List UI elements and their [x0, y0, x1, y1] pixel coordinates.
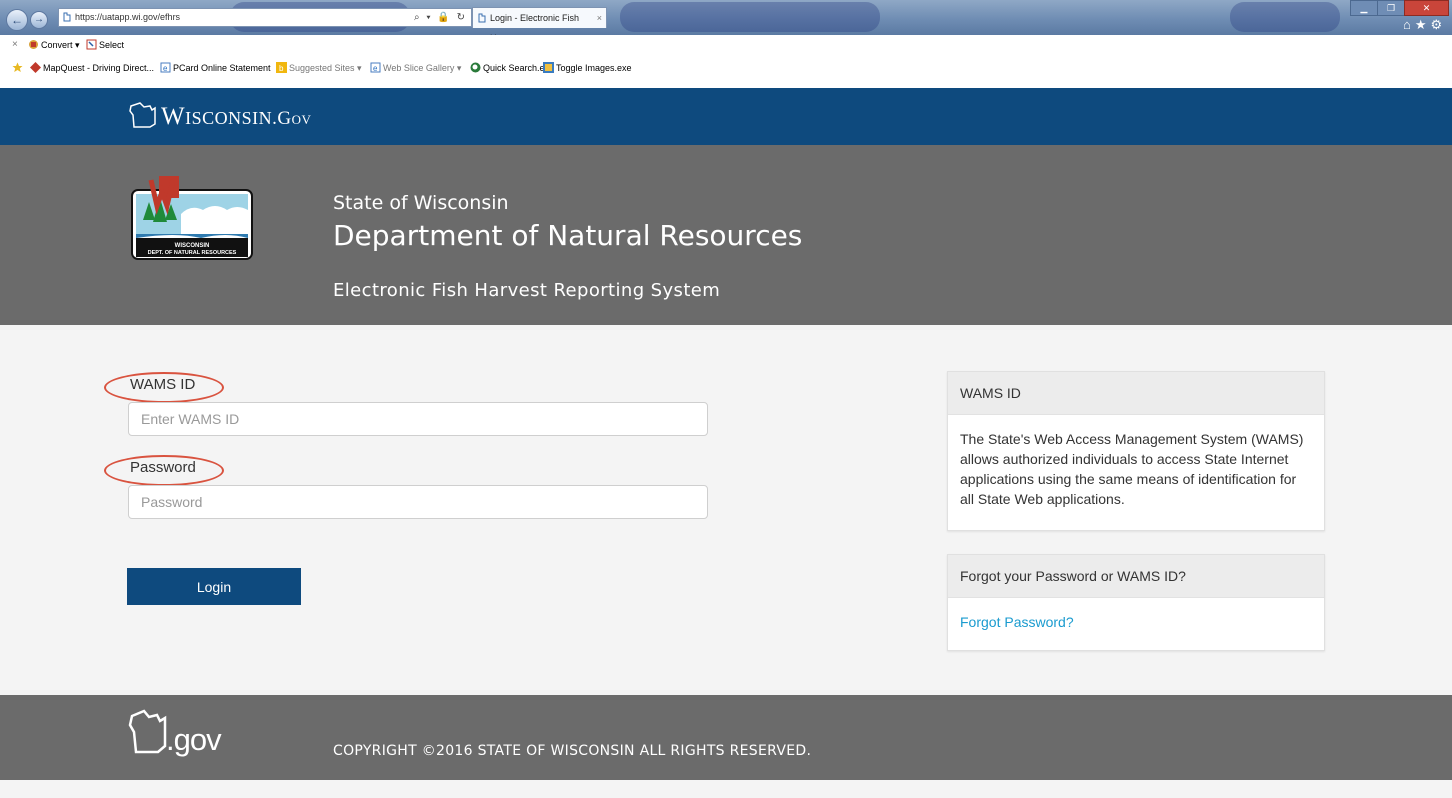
fav-suggested-label: Suggested Sites ▾ — [289, 63, 362, 73]
fav-suggested-sites[interactable]: b Suggested Sites ▾ — [276, 58, 362, 78]
select-label: Select — [99, 40, 125, 50]
minimize-icon: ▁ — [1360, 3, 1368, 13]
forward-button[interactable]: → — [30, 11, 48, 29]
browser-tab-login[interactable]: Login - Electronic Fish Harv... × — [472, 7, 607, 43]
favorites-star-add-icon — [12, 62, 23, 72]
brand-text: Wisconsin — [161, 103, 273, 130]
password-label: Password — [130, 459, 196, 476]
fav-mapquest-label: MapQuest - Driving Direct... — [43, 63, 155, 73]
fav-pcard-label: PCard Online Statement — [173, 63, 271, 73]
mapquest-icon — [30, 62, 41, 73]
quick-search-icon — [470, 62, 481, 73]
gov-text: .gov — [166, 722, 222, 757]
login-button[interactable]: Login — [127, 568, 301, 605]
fav-web-slice-label: Web Slice Gallery ▾ — [383, 63, 462, 73]
maximize-icon: ❐ — [1386, 3, 1396, 13]
wams-info-body: The State's Web Access Management System… — [960, 431, 1304, 507]
svg-text:b: b — [279, 64, 284, 73]
decorative-blob — [1230, 2, 1340, 32]
system-title: Electronic Fish Harvest Reporting System — [333, 280, 721, 301]
tab-favicon-icon — [478, 13, 486, 23]
svg-text:e: e — [163, 64, 168, 73]
convert-button[interactable]: Convert ▾ — [28, 35, 80, 55]
wams-info-panel: WAMS ID The State's Web Access Managemen… — [947, 371, 1325, 531]
wams-info-title: WAMS ID — [948, 372, 1324, 415]
fav-toggle-images-label: Toggle Images.exe — [556, 63, 632, 73]
fav-mapquest[interactable]: MapQuest - Driving Direct... — [30, 58, 154, 78]
close-icon: ✕ — [1422, 3, 1431, 13]
logo-text-wisconsin: WISCONSIN — [175, 243, 210, 249]
brand-suffix: .Gov — [272, 108, 312, 129]
wams-id-input[interactable] — [128, 402, 708, 436]
convert-icon — [29, 40, 38, 49]
brand-wordmark: Wisconsin.Gov — [161, 103, 311, 131]
minimize-button[interactable]: ▁ — [1350, 0, 1378, 16]
toggle-images-icon — [543, 62, 554, 73]
browser-right-icons: ⌂★⚙ — [1403, 17, 1446, 33]
fav-pcard[interactable]: e PCard Online Statement — [160, 58, 271, 78]
fav-quick-search[interactable]: Quick Search.exe — [470, 58, 554, 78]
forward-arrow-icon: → — [34, 14, 44, 25]
select-button[interactable]: Select — [86, 35, 124, 55]
forgot-password-link[interactable]: Forgot Password? — [960, 614, 1074, 630]
forgot-panel: Forgot your Password or WAMS ID? Forgot … — [947, 554, 1325, 651]
logo-text-dept: DEPT. OF NATURAL RESOURCES — [148, 250, 237, 256]
command-bar: × Convert ▾ Select — [0, 35, 1452, 55]
dnr-logo: WISCONSIN DEPT. OF NATURAL RESOURCES — [131, 176, 253, 260]
wisconsin-state-icon — [128, 709, 167, 754]
maximize-button[interactable]: ❐ — [1377, 0, 1405, 16]
select-icon — [86, 39, 97, 50]
password-input[interactable] — [128, 485, 708, 519]
department-title: Department of Natural Resources — [333, 219, 803, 252]
favorites-bar: MapQuest - Driving Direct... e PCard Onli… — [0, 55, 1452, 88]
gear-icon[interactable]: ⚙ — [1431, 17, 1447, 32]
wams-id-label: WAMS ID — [130, 376, 196, 393]
wisconsin-state-icon — [129, 102, 156, 128]
address-controls[interactable]: ⌕ ▾ 🔒 ↻ — [414, 9, 467, 26]
address-bar[interactable]: https://uatapp.wi.gov/efhrs ⌕ ▾ 🔒 ↻ — [58, 8, 472, 27]
ie-page-icon: e — [370, 62, 381, 73]
copyright-text: COPYRIGHT ©2016 STATE OF WISCONSIN ALL R… — [333, 743, 812, 759]
browser-titlebar: ← → https://uatapp.wi.gov/efhrs ⌕ ▾ 🔒 ↻ … — [0, 0, 1452, 43]
bing-icon: b — [276, 62, 287, 73]
close-window-button[interactable]: ✕ — [1404, 0, 1449, 16]
site-favicon-icon — [63, 12, 71, 22]
address-url[interactable]: https://uatapp.wi.gov/efhrs — [75, 9, 180, 26]
favorites-add-icon[interactable] — [12, 58, 25, 78]
tab-close-icon[interactable]: × — [597, 8, 602, 28]
home-icon[interactable]: ⌂ — [1403, 17, 1415, 32]
svg-text:e: e — [373, 64, 378, 73]
back-button[interactable]: ← — [6, 9, 28, 31]
state-subtitle: State of Wisconsin — [333, 192, 509, 214]
decorative-blob — [620, 2, 880, 32]
back-arrow-icon: ← — [11, 13, 23, 27]
favorites-star-icon[interactable]: ★ — [1415, 17, 1431, 32]
close-toolbar-icon[interactable]: × — [12, 35, 18, 55]
forgot-panel-title: Forgot your Password or WAMS ID? — [948, 555, 1324, 598]
ie-page-icon: e — [160, 62, 171, 73]
fav-web-slice[interactable]: e Web Slice Gallery ▾ — [370, 58, 461, 78]
fav-toggle-images[interactable]: Toggle Images.exe — [543, 58, 632, 78]
convert-label: Convert — [41, 40, 73, 50]
